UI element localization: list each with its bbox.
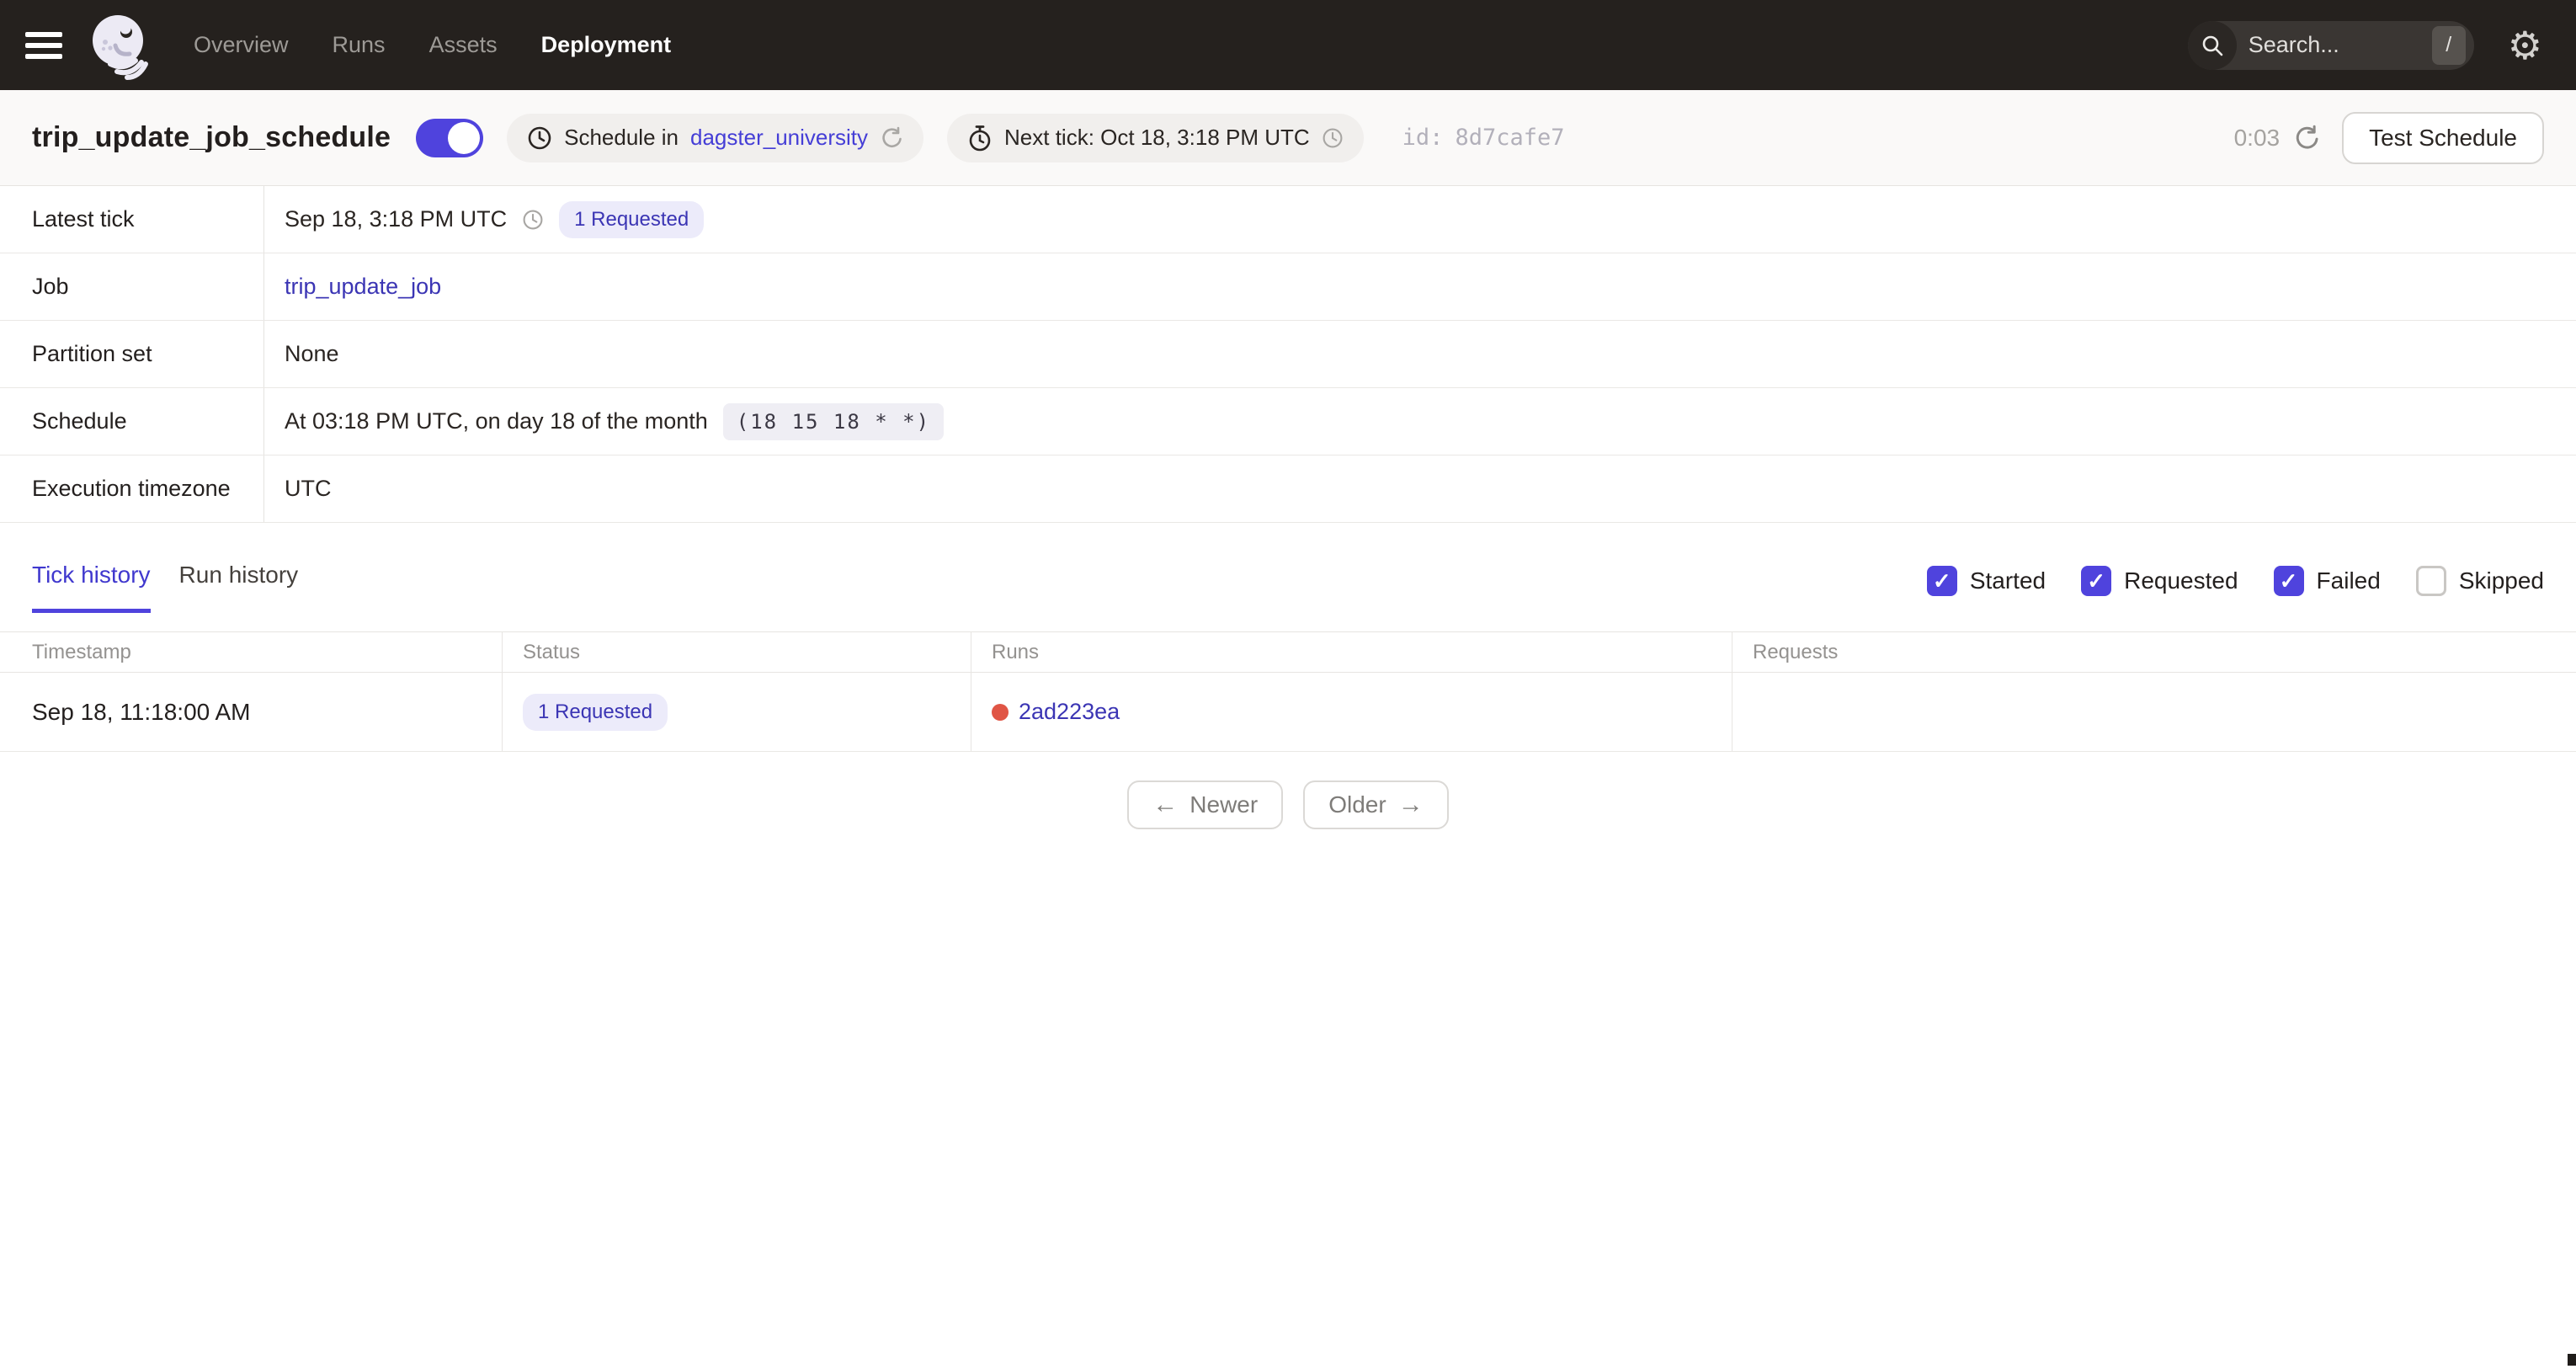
detail-label: Schedule <box>0 388 264 455</box>
checkbox-checked-icon[interactable]: ✓ <box>2273 566 2304 596</box>
scrollbar-artifact <box>2568 1354 2576 1366</box>
pagination: ← Newer Older → <box>0 780 2576 829</box>
code-location-link[interactable]: dagster_university <box>690 125 868 151</box>
filter-label: Started <box>1969 567 2046 594</box>
newer-button[interactable]: ← Newer <box>1127 780 1284 829</box>
cron-expression-chip: (18 15 18 * *) <box>722 402 945 440</box>
tick-status-badge: 1 Requested <box>523 693 668 731</box>
run-id-link[interactable]: 2ad223ea <box>1019 699 1120 725</box>
schedule-id: id: 8d7cafe7 <box>1402 125 1565 151</box>
detail-row-job: Job trip_update_job <box>0 253 2576 321</box>
detail-label: Job <box>0 253 264 320</box>
schedule-in-label: Schedule in <box>564 125 679 150</box>
partition-set-value: None <box>285 341 339 366</box>
menu-icon[interactable] <box>25 31 62 59</box>
history-tabs: Tick history Run history <box>32 562 298 613</box>
checkbox-checked-icon[interactable]: ✓ <box>1926 566 1957 596</box>
checkbox-checked-icon[interactable]: ✓ <box>2081 566 2112 596</box>
search-shortcut-key: / <box>2431 25 2466 65</box>
schedule-description: At 03:18 PM UTC, on day 18 of the month <box>285 408 708 434</box>
detail-row-latest-tick: Latest tick Sep 18, 3:18 PM UTC 1 Reques… <box>0 186 2576 253</box>
table-row: Sep 18, 11:18:00 AM 1 Requested 2ad223ea <box>0 673 2576 752</box>
refresh-countdown: 0:03 <box>2233 124 2281 151</box>
schedule-details: Latest tick Sep 18, 3:18 PM UTC 1 Reques… <box>0 186 2576 523</box>
older-button[interactable]: Older → <box>1303 780 1449 829</box>
detail-label: Latest tick <box>0 186 264 253</box>
gear-icon[interactable]: ⚙ <box>2508 26 2542 65</box>
detail-row-schedule: Schedule At 03:18 PM UTC, on day 18 of t… <box>0 388 2576 455</box>
column-header-status: Status <box>503 632 971 672</box>
schedule-location-pill: Schedule in dagster_university <box>507 113 924 162</box>
arrow-right-icon: → <box>1397 791 1424 818</box>
nav-item-overview[interactable]: Overview <box>194 32 289 58</box>
small-clock-icon <box>523 210 543 229</box>
column-header-runs: Runs <box>971 632 1732 672</box>
detail-row-partition-set: Partition set None <box>0 321 2576 388</box>
search-bar[interactable]: / <box>2187 20 2474 70</box>
detail-label: Execution timezone <box>0 455 264 522</box>
tick-requests-cell <box>1732 673 2576 751</box>
filter-label: Requested <box>2124 567 2238 594</box>
detail-label: Partition set <box>0 321 264 387</box>
column-header-requests: Requests <box>1753 640 1839 663</box>
small-clock-icon <box>1323 128 1343 147</box>
search-input[interactable] <box>2236 32 2432 58</box>
column-header-timestamp: Timestamp <box>0 632 503 672</box>
latest-tick-timestamp: Sep 18, 3:18 PM UTC <box>285 206 508 232</box>
dagster-logo-icon[interactable] <box>88 9 153 82</box>
refresh-icon[interactable] <box>2293 125 2320 152</box>
next-tick-pill: Next tick: Oct 18, 3:18 PM UTC <box>947 113 1364 162</box>
reload-location-icon[interactable] <box>880 126 903 150</box>
filter-failed[interactable]: ✓ Failed <box>2273 566 2381 596</box>
table-header-row: Timestamp Status Runs Requests <box>0 632 2576 673</box>
tick-history-table: Timestamp Status Runs Requests Sep 18, 1… <box>0 631 2576 752</box>
clock-icon <box>528 126 551 149</box>
filter-requested[interactable]: ✓ Requested <box>2081 566 2238 596</box>
status-badge: 1 Requested <box>559 200 705 238</box>
newer-label: Newer <box>1190 791 1259 818</box>
search-icon <box>2187 20 2237 70</box>
nav-item-assets[interactable]: Assets <box>429 32 498 58</box>
filter-started[interactable]: ✓ Started <box>1926 566 2046 596</box>
filter-label: Skipped <box>2458 567 2544 594</box>
tab-run-history[interactable]: Run history <box>179 562 299 613</box>
test-schedule-button[interactable]: Test Schedule <box>2342 111 2544 164</box>
tick-timestamp: Sep 18, 11:18:00 AM <box>0 673 503 751</box>
schedule-header: trip_update_job_schedule Schedule in dag… <box>0 90 2576 186</box>
page-title: trip_update_job_schedule <box>32 121 391 153</box>
top-nav: Overview Runs Assets Deployment / ⚙ <box>0 0 2576 90</box>
tab-tick-history[interactable]: Tick history <box>32 562 151 613</box>
next-tick-label: Next tick: Oct 18, 3:18 PM UTC <box>1004 125 1310 150</box>
checkbox-unchecked-icon[interactable] <box>2415 566 2446 596</box>
filter-label: Failed <box>2316 567 2381 594</box>
nav-item-deployment[interactable]: Deployment <box>541 32 672 58</box>
status-filters: ✓ Started ✓ Requested ✓ Failed Skipped <box>1926 566 2544 613</box>
timezone-value: UTC <box>285 476 332 501</box>
stopwatch-icon <box>969 125 991 151</box>
detail-row-execution-timezone: Execution timezone UTC <box>0 455 2576 523</box>
id-label: id: <box>1402 125 1444 151</box>
arrow-left-icon: ← <box>1152 791 1179 818</box>
run-failed-dot-icon <box>992 703 1009 721</box>
id-value: 8d7cafe7 <box>1455 125 1565 151</box>
filter-skipped[interactable]: Skipped <box>2415 566 2544 596</box>
older-label: Older <box>1328 791 1386 818</box>
job-link[interactable]: trip_update_job <box>285 274 441 300</box>
nav-item-runs[interactable]: Runs <box>333 32 386 58</box>
schedule-toggle[interactable] <box>416 118 484 157</box>
history-controls: Tick history Run history ✓ Started ✓ Req… <box>0 562 2576 613</box>
nav-links: Overview Runs Assets Deployment <box>194 32 671 58</box>
